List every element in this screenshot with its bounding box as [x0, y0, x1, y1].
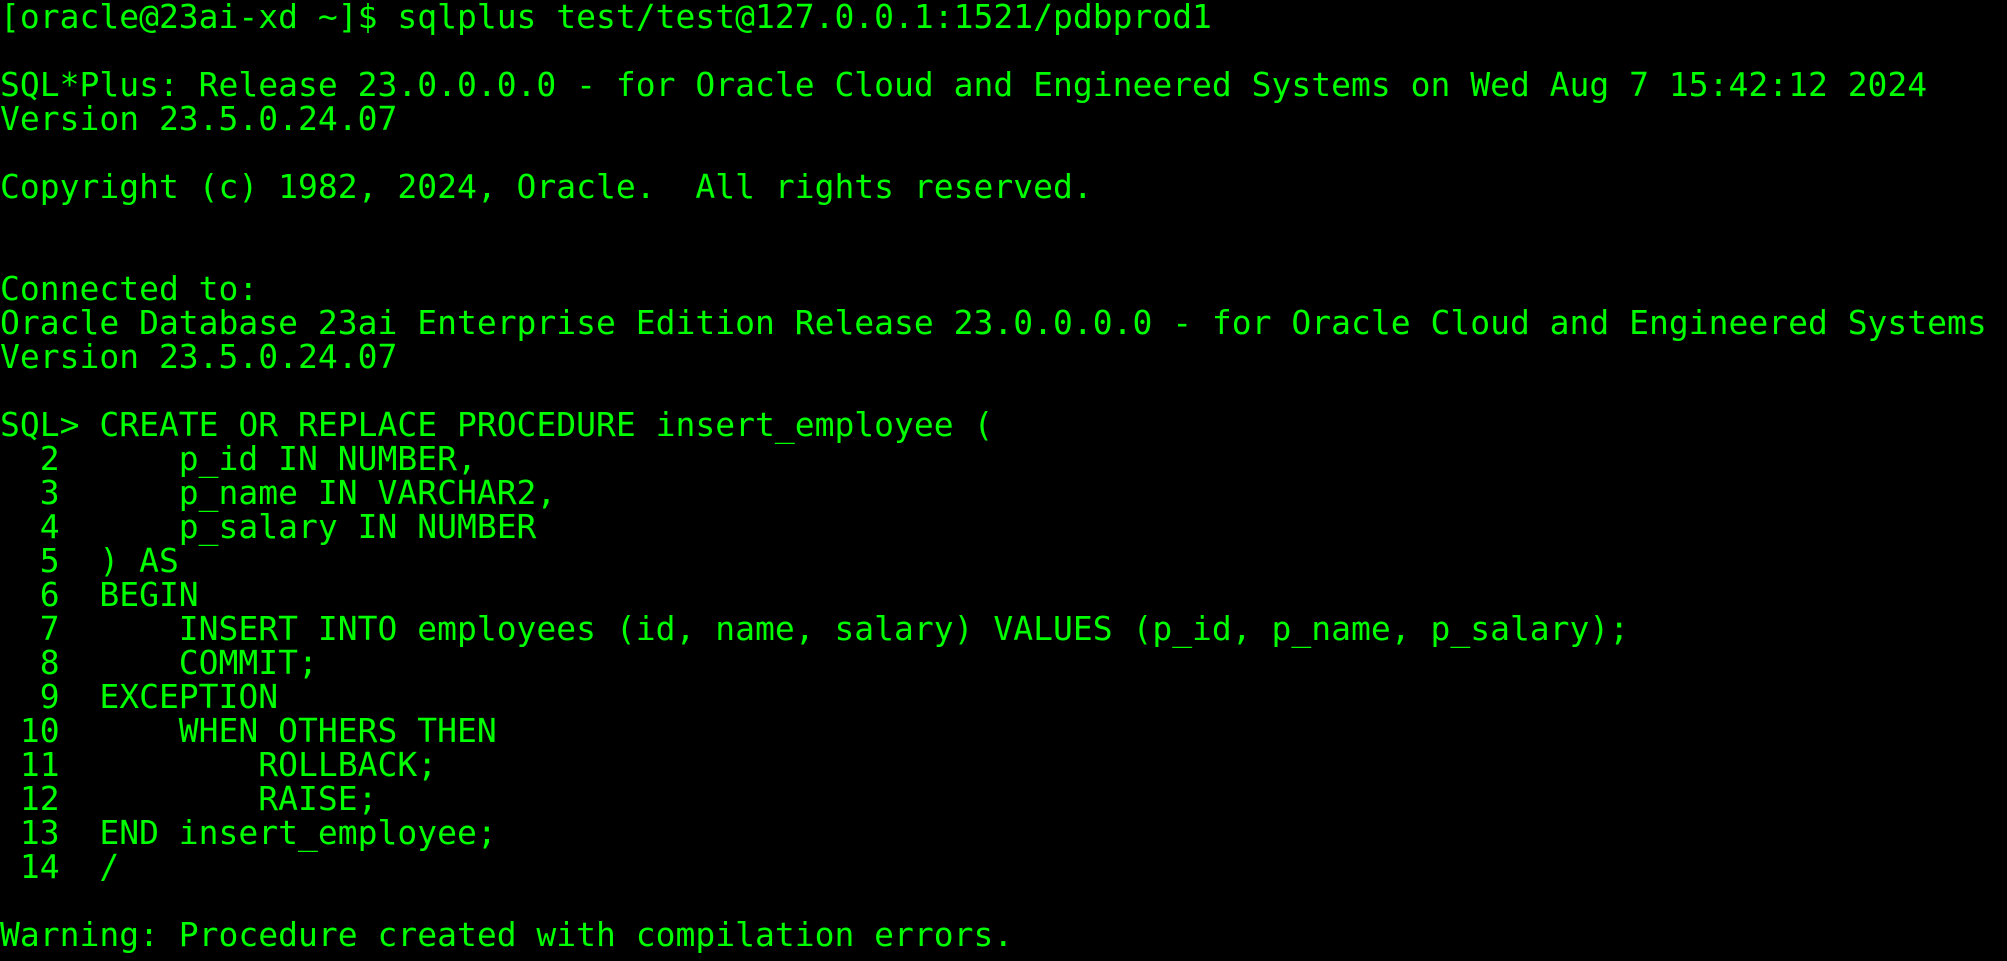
sql-code-line: 8 COMMIT; — [0, 643, 318, 682]
sql-code-line: 12 RAISE; — [0, 779, 378, 818]
sql-prompt-line: SQL> CREATE OR REPLACE PROCEDURE insert_… — [0, 405, 994, 444]
sql-code-line: 10 WHEN OTHERS THEN — [0, 711, 497, 750]
shell-command-line: [oracle@23ai-xd ~]$ sqlplus test/test@12… — [0, 0, 1212, 36]
warning-message-line: Warning: Procedure created with compilat… — [0, 915, 1014, 954]
sql-code-line: 5 ) AS — [0, 541, 179, 580]
copyright-line: Copyright (c) 1982, 2024, Oracle. All ri… — [0, 167, 1093, 206]
sql-code-line: 4 p_salary IN NUMBER — [0, 507, 537, 546]
sql-code-line: 11 ROLLBACK; — [0, 745, 438, 784]
sql-code-line: 14 / — [0, 847, 120, 886]
sql-code-line: 13 END insert_employee; — [0, 813, 497, 852]
terminal-output: [oracle@23ai-xd ~]$ sqlplus test/test@12… — [0, 0, 2007, 952]
sqlplus-banner-line: SQL*Plus: Release 23.0.0.0.0 - for Oracl… — [0, 65, 1928, 104]
sql-code-line: 6 BEGIN — [0, 575, 199, 614]
database-version-line: Version 23.5.0.24.07 — [0, 337, 398, 376]
sql-code-line: 3 p_name IN VARCHAR2, — [0, 473, 557, 512]
terminal-window[interactable]: [oracle@23ai-xd ~]$ sqlplus test/test@12… — [0, 0, 2007, 961]
database-banner-line: Oracle Database 23ai Enterprise Edition … — [0, 303, 1987, 342]
sqlplus-version-line: Version 23.5.0.24.07 — [0, 99, 398, 138]
sql-code-line: 9 EXCEPTION — [0, 677, 279, 716]
sql-code-line: 7 INSERT INTO employees (id, name, salar… — [0, 609, 1630, 648]
connected-line: Connected to: — [0, 269, 259, 308]
sql-code-line: 2 p_id IN NUMBER, — [0, 439, 477, 478]
